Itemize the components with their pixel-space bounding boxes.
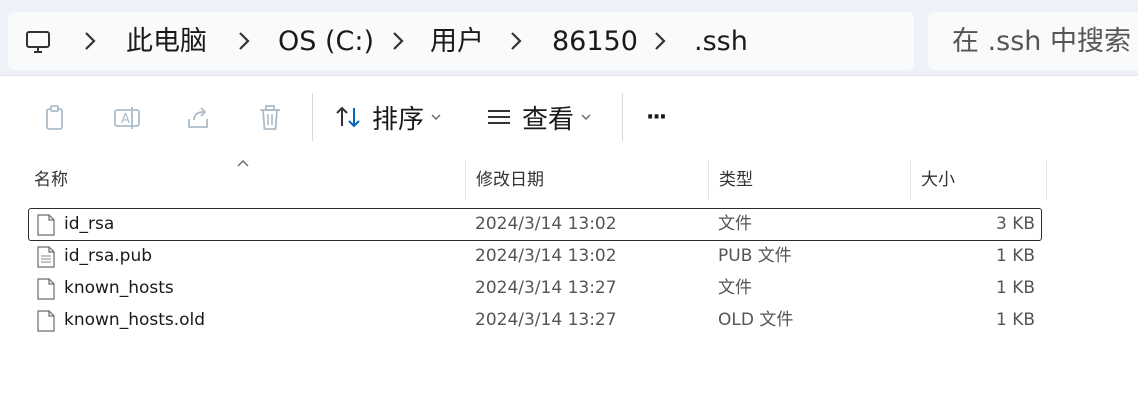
chevron-right-icon[interactable] (82, 30, 98, 52)
file-name: known_hosts (64, 278, 174, 298)
breadcrumb-item-user-folder[interactable]: 86150 (552, 24, 638, 60)
search-placeholder: 在 .ssh 中搜索 (952, 26, 1131, 57)
column-header-name[interactable]: 名称 (24, 160, 466, 200)
file-name: id_rsa.pub (64, 246, 153, 266)
file-type: 文件 (718, 214, 752, 234)
computer-icon[interactable] (24, 28, 52, 56)
view-button[interactable]: 查看 (486, 95, 592, 139)
toolbar-divider (622, 93, 623, 141)
command-bar: A 排序 查看 ··· (0, 77, 1138, 159)
breadcrumb-item-drive[interactable]: OS (C:) (278, 24, 374, 60)
more-icon: ··· (646, 104, 667, 130)
file-icon (37, 214, 55, 236)
file-date: 2024/3/14 13:27 (475, 310, 617, 330)
breadcrumb-item-users[interactable]: 用户 (430, 24, 484, 60)
file-row[interactable]: id_rsa 2024/3/14 13:02 文件 3 KB (28, 208, 1042, 241)
column-header-type[interactable]: 类型 (709, 160, 911, 200)
view-label: 查看 (522, 104, 575, 135)
chevron-right-icon[interactable] (652, 30, 668, 52)
address-strip: 此电脑 OS (C:) 用户 86150 .ssh 在 .ssh 中搜索 (0, 0, 1138, 76)
sort-button[interactable]: 排序 (334, 95, 442, 139)
file-date: 2024/3/14 13:02 (475, 214, 617, 234)
column-headers: 名称 修改日期 类型 大小 (0, 160, 1138, 200)
sort-label: 排序 (372, 104, 425, 135)
file-row[interactable]: id_rsa.pub 2024/3/14 13:02 PUB 文件 1 KB (28, 240, 1042, 273)
file-size: 3 KB (995, 214, 1035, 234)
file-icon (37, 278, 55, 300)
file-date: 2024/3/14 13:02 (475, 246, 617, 266)
chevron-right-icon[interactable] (508, 30, 524, 52)
file-icon (37, 310, 55, 332)
file-date: 2024/3/14 13:27 (475, 278, 617, 298)
text-file-icon (37, 246, 55, 268)
view-icon (488, 110, 510, 124)
file-type: PUB 文件 (718, 246, 792, 266)
file-size: 1 KB (995, 278, 1035, 298)
search-input[interactable]: 在 .ssh 中搜索 (928, 12, 1138, 70)
file-size: 1 KB (995, 310, 1035, 330)
file-row[interactable]: known_hosts.old 2024/3/14 13:27 OLD 文件 1… (28, 304, 1042, 337)
share-icon[interactable] (184, 103, 214, 133)
file-type: OLD 文件 (718, 310, 794, 330)
file-name: known_hosts.old (64, 310, 206, 330)
sort-icon (336, 106, 360, 128)
file-size: 1 KB (995, 246, 1035, 266)
chevron-down-icon (431, 114, 441, 120)
address-bar[interactable]: 此电脑 OS (C:) 用户 86150 .ssh (8, 12, 914, 70)
copy-icon[interactable] (40, 103, 70, 133)
chevron-right-icon[interactable] (236, 30, 252, 52)
column-header-date[interactable]: 修改日期 (466, 160, 709, 200)
chevron-down-icon (581, 114, 591, 120)
breadcrumb-item-this-pc[interactable]: 此电脑 (126, 24, 207, 60)
rename-icon[interactable]: A (112, 103, 142, 133)
chevron-right-icon[interactable] (390, 30, 406, 52)
breadcrumb-item-current[interactable]: .ssh (694, 24, 748, 60)
toolbar-divider (312, 93, 313, 141)
file-row[interactable]: known_hosts 2024/3/14 13:27 文件 1 KB (28, 272, 1042, 305)
more-options-button[interactable]: ··· (646, 95, 667, 139)
file-type: 文件 (718, 278, 752, 298)
file-name: id_rsa (64, 214, 115, 234)
column-header-size[interactable]: 大小 (911, 160, 1047, 200)
svg-text:A: A (121, 112, 130, 127)
delete-icon[interactable] (255, 103, 285, 133)
